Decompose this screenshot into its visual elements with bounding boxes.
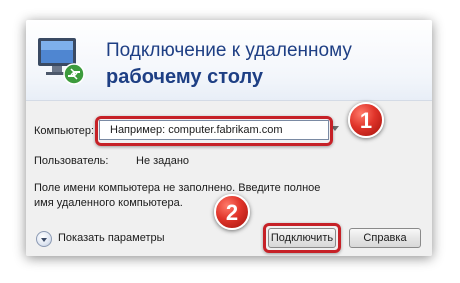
remote-desktop-icon <box>38 38 85 85</box>
connect-button-highlight <box>263 223 341 253</box>
window-header: Подключение к удаленному рабочему столу <box>26 20 432 101</box>
step-1-badge: 1 <box>348 102 384 138</box>
user-value: Не задано <box>136 155 190 167</box>
computer-field-highlight <box>95 116 333 146</box>
show-options-label: Показать параметры <box>58 232 165 244</box>
help-button[interactable]: Справка <box>349 228 421 248</box>
title-line-1: Подключение к удаленному <box>106 40 352 61</box>
title-line-2: рабочему столу <box>106 66 264 88</box>
validation-message: Поле имени компьютера не заполнено. Введ… <box>34 182 321 209</box>
user-label: Пользователь: <box>34 155 109 167</box>
step-2-badge: 2 <box>214 194 250 230</box>
expand-circle-icon <box>36 231 52 247</box>
computer-label: Компьютер: <box>34 125 94 137</box>
